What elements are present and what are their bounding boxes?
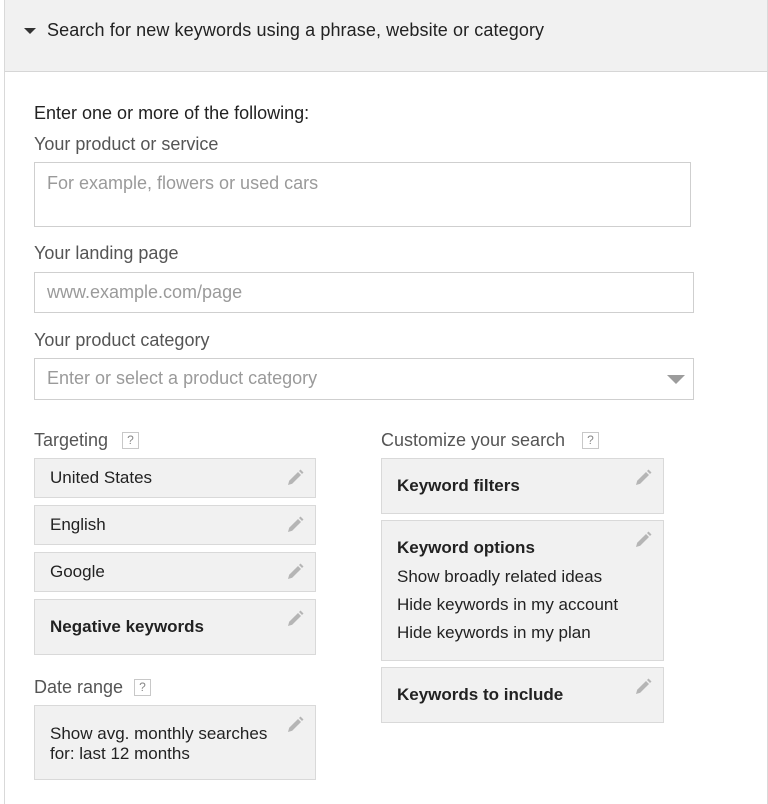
targeting-network-label: Google <box>50 562 105 581</box>
form-intro: Enter one or more of the following: <box>34 103 310 123</box>
negative-keywords-label: Negative keywords <box>50 617 205 636</box>
targeting-location[interactable]: United States <box>34 458 316 498</box>
landing-page-label: Your landing page <box>34 243 179 263</box>
product-placeholder: For example, flowers or used cars <box>47 173 319 193</box>
keywords-to-include[interactable]: Keywords to include <box>381 667 664 723</box>
edit-pencil-icon[interactable] <box>285 468 305 488</box>
date-range-box[interactable]: Show avg. monthly searches for: last 12 … <box>34 705 316 780</box>
keywords-to-include-label: Keywords to include <box>397 685 564 704</box>
product-label: Your product or service <box>34 134 219 154</box>
section-header[interactable]: Search for new keywords using a phrase, … <box>4 0 768 72</box>
category-placeholder: Enter or select a product category <box>47 368 318 388</box>
date-range-label: Date range <box>34 677 124 697</box>
category-label: Your product category <box>34 330 210 350</box>
keyword-filters[interactable]: Keyword filters <box>381 458 664 514</box>
product-input[interactable]: For example, flowers or used cars <box>34 162 691 227</box>
customize-label: Customize your search <box>381 430 566 450</box>
edit-pencil-icon[interactable] <box>633 468 653 488</box>
customize-help-icon[interactable]: ? <box>582 432 599 449</box>
targeting-location-label: United States <box>50 468 153 487</box>
targeting-label: Targeting <box>34 430 109 450</box>
landing-page-placeholder: www.example.com/page <box>47 282 243 302</box>
date-range-line-2: for: last 12 months <box>50 744 190 763</box>
edit-pencil-icon[interactable] <box>633 530 653 550</box>
date-range-help-icon[interactable]: ? <box>134 679 151 696</box>
section-title[interactable]: Search for new keywords using a phrase, … <box>47 20 544 41</box>
targeting-help-icon[interactable]: ? <box>122 432 139 449</box>
date-range-line-1: Show avg. monthly searches <box>50 724 268 743</box>
edit-pencil-icon[interactable] <box>633 677 653 697</box>
targeting-network[interactable]: Google <box>34 552 316 592</box>
landing-page-input[interactable]: www.example.com/page <box>34 272 694 313</box>
keyword-option-hide-account: Hide keywords in my account <box>397 595 619 614</box>
edit-pencil-icon[interactable] <box>285 609 305 629</box>
targeting-language-label: English <box>50 515 106 534</box>
edit-pencil-icon[interactable] <box>285 715 305 735</box>
edit-pencil-icon[interactable] <box>285 515 305 535</box>
targeting-language[interactable]: English <box>34 505 316 545</box>
keyword-option-hide-plan: Hide keywords in my plan <box>397 623 591 642</box>
category-select[interactable]: Enter or select a product category <box>34 358 694 400</box>
keyword-options-title: Keyword options <box>397 538 535 557</box>
keyword-filters-label: Keyword filters <box>397 476 520 495</box>
keyword-option-broad: Show broadly related ideas <box>397 567 603 586</box>
dropdown-arrow-icon[interactable] <box>667 375 685 384</box>
keyword-options[interactable]: Keyword options Show broadly related ide… <box>381 520 664 661</box>
negative-keywords[interactable]: Negative keywords <box>34 599 316 655</box>
collapse-caret-icon[interactable] <box>24 28 36 34</box>
edit-pencil-icon[interactable] <box>285 562 305 582</box>
